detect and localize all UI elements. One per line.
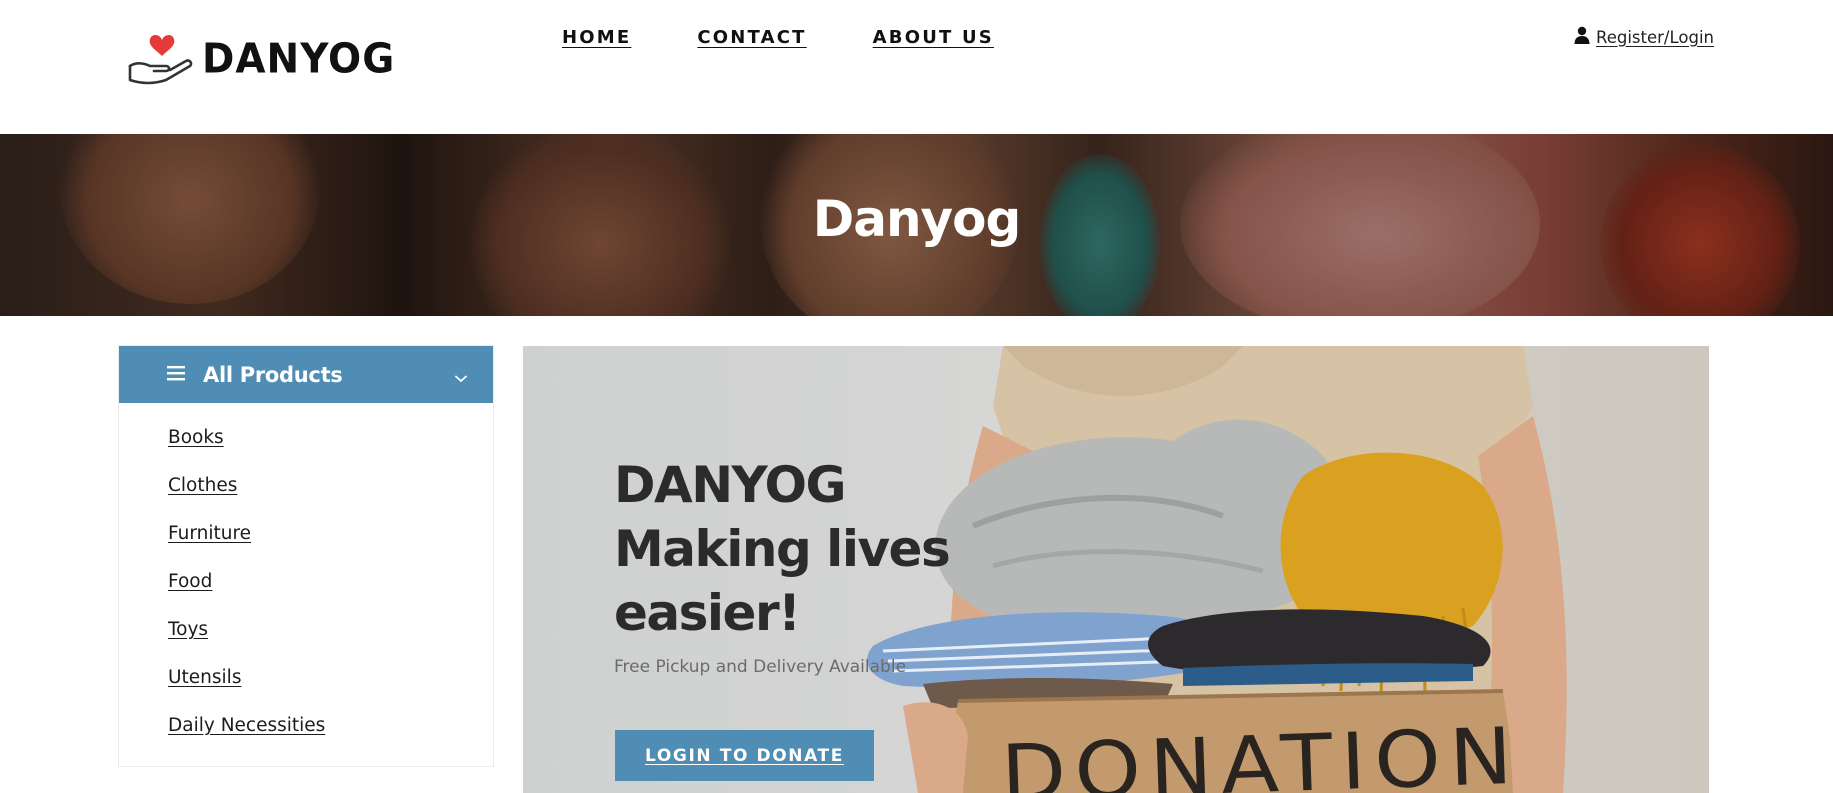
register-login-link[interactable]: Register/Login xyxy=(1596,28,1714,47)
hamburger-icon xyxy=(167,365,185,385)
chevron-down-icon xyxy=(455,368,467,387)
main-nav: HOME CONTACT ABOUT US xyxy=(562,27,1060,48)
promo-title: DANYOG Making lives easier! xyxy=(614,453,1014,645)
banner-title: Danyog xyxy=(812,190,1022,248)
sidebar-title: All Products xyxy=(203,362,343,387)
promo-title-line: Making lives xyxy=(614,520,951,578)
promo-subtitle: Free Pickup and Delivery Available xyxy=(614,657,907,677)
heart-hand-icon xyxy=(126,32,198,86)
list-item: Toys xyxy=(168,619,493,667)
nav-about-us[interactable]: ABOUT US xyxy=(873,27,994,48)
user-icon xyxy=(1574,26,1590,48)
category-toys[interactable]: Toys xyxy=(168,619,208,640)
category-daily-necessities[interactable]: Daily Necessities xyxy=(168,715,325,736)
list-item: Food xyxy=(168,571,493,619)
site-header: DANYOG HOME CONTACT ABOUT US Register/Lo… xyxy=(0,0,1833,134)
promo-copy: DANYOG Making lives easier! Free Pickup … xyxy=(614,453,1014,677)
promo-title-line: easier! xyxy=(614,584,801,642)
list-item: Clothes xyxy=(168,475,493,523)
list-item: Utensils xyxy=(168,667,493,715)
list-item: Books xyxy=(168,427,493,475)
promo-hero: DONATION DANYOG Making lives easier! Fre… xyxy=(523,346,1709,793)
all-products-toggle[interactable]: All Products xyxy=(119,346,493,403)
category-sidebar: All Products Books Clothes Furniture Foo… xyxy=(118,345,494,767)
category-utensils[interactable]: Utensils xyxy=(168,667,241,688)
account-area: Register/Login xyxy=(1574,26,1714,48)
promo-title-line: DANYOG xyxy=(614,456,847,514)
category-clothes[interactable]: Clothes xyxy=(168,475,237,496)
login-to-donate-button[interactable]: LOGIN TO DONATE xyxy=(615,730,874,781)
category-books[interactable]: Books xyxy=(168,427,224,448)
category-list: Books Clothes Furniture Food Toys Utensi… xyxy=(119,403,493,763)
nav-home[interactable]: HOME xyxy=(562,27,631,48)
hero-banner: Danyog xyxy=(0,134,1833,316)
nav-contact[interactable]: CONTACT xyxy=(697,27,806,48)
list-item: Furniture xyxy=(168,523,493,571)
category-food[interactable]: Food xyxy=(168,571,212,592)
logo-text: DANYOG xyxy=(202,35,396,83)
site-logo[interactable]: DANYOG xyxy=(126,32,395,86)
list-item: Daily Necessities xyxy=(168,715,493,763)
category-furniture[interactable]: Furniture xyxy=(168,523,251,544)
